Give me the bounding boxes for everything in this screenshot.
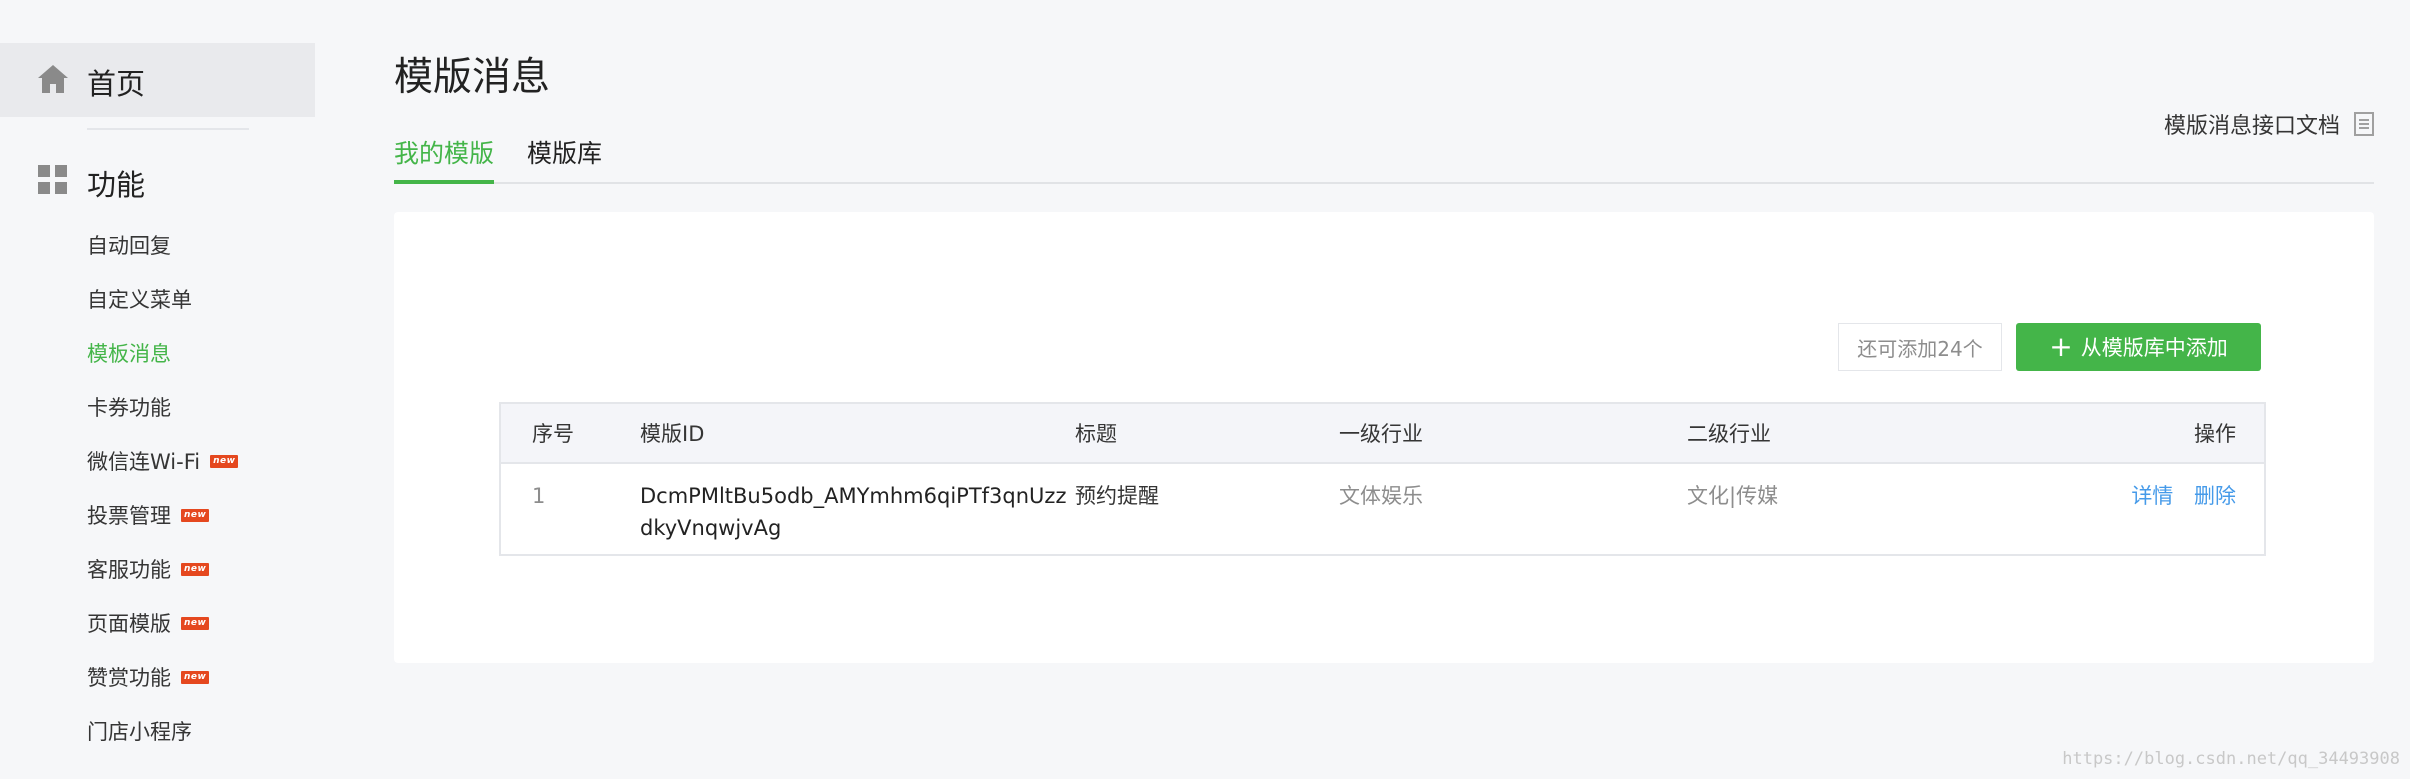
row-industry-primary: 文体娱乐	[1339, 484, 1423, 508]
sidebar-item-label: 客服功能	[87, 558, 171, 582]
quota-indicator: 还可添加24个	[1838, 323, 2002, 371]
col-industry-primary: 一级行业	[1339, 403, 1687, 464]
sidebar-section-label: 功能	[87, 168, 146, 202]
sidebar-item-store-miniprogram[interactable]: 门店小程序	[0, 704, 315, 758]
detail-link[interactable]: 详情	[2131, 484, 2173, 508]
sidebar-item-label: 页面模版	[87, 612, 171, 636]
add-from-library-label: 从模版库中添加	[2080, 336, 2228, 360]
grid-icon	[38, 165, 67, 194]
row-industry-secondary: 文化|传媒	[1687, 484, 1779, 508]
sidebar-item-page-templates[interactable]: 页面模版 new	[0, 596, 315, 650]
delete-link[interactable]: 删除	[2194, 484, 2236, 508]
home-icon	[38, 65, 68, 93]
tab-template-library[interactable]: 模版库	[527, 134, 602, 182]
sidebar-item-appreciation[interactable]: 赞赏功能 new	[0, 650, 315, 704]
col-title: 标题	[1075, 403, 1339, 464]
new-badge: new	[181, 616, 210, 630]
add-from-library-button[interactable]: + 从模版库中添加	[2016, 323, 2261, 371]
sidebar-home-label: 首页	[87, 67, 146, 101]
sidebar-item-label: 投票管理	[87, 504, 171, 528]
col-industry-secondary: 二级行业	[1687, 403, 2087, 464]
template-table: 序号 模版ID 标题 一级行业 二级行业 操作 1 DcmPMltBu5odb_…	[499, 402, 2266, 556]
new-badge: new	[181, 562, 210, 576]
sidebar: 首页 功能 自动回复 自定义菜单 模板消息 卡券功能 微信连Wi-Fi new 投…	[0, 0, 315, 779]
page-title: 模版消息	[394, 55, 551, 100]
template-card: 还可添加24个 + 从模版库中添加 序号 模版ID 标题 一级行业 二级行业 操…	[394, 212, 2374, 663]
sidebar-item-label: 微信连Wi-Fi	[87, 450, 201, 474]
row-title: 预约提醒	[1075, 484, 1159, 508]
sidebar-items: 自动回复 自定义菜单 模板消息 卡券功能 微信连Wi-Fi new 投票管理 new…	[0, 218, 315, 758]
tab-bar: 我的模版 模版库	[394, 122, 2374, 184]
sidebar-item-wifi[interactable]: 微信连Wi-Fi new	[0, 434, 315, 488]
sidebar-divider	[87, 128, 249, 130]
sidebar-item-customer-service[interactable]: 客服功能 new	[0, 542, 315, 596]
col-actions: 操作	[2087, 403, 2265, 464]
sidebar-item-auto-reply[interactable]: 自动回复	[0, 218, 315, 272]
sidebar-item-voting[interactable]: 投票管理 new	[0, 488, 315, 542]
row-index: 1	[532, 484, 546, 508]
new-badge: new	[181, 508, 210, 522]
row-template-id: DcmPMltBu5odb_AMYmhm6qiPTf3qnUzzdkyVnqwj…	[640, 484, 1067, 540]
table-header-row: 序号 模版ID 标题 一级行业 二级行业 操作	[500, 403, 2265, 464]
sidebar-item-label: 赞赏功能	[87, 666, 171, 690]
row-actions: 详情 删除	[2087, 463, 2265, 555]
col-index: 序号	[500, 403, 640, 464]
sidebar-item-label: 模板消息	[87, 342, 171, 366]
sidebar-item-custom-menu[interactable]: 自定义菜单	[0, 272, 315, 326]
sidebar-section-features[interactable]: 功能	[0, 150, 315, 212]
col-template-id: 模版ID	[640, 403, 1075, 464]
sidebar-item-label: 自动回复	[87, 234, 171, 258]
table-row: 1 DcmPMltBu5odb_AMYmhm6qiPTf3qnUzzdkyVnq…	[500, 463, 2265, 555]
new-badge: new	[181, 670, 210, 684]
new-badge: new	[210, 454, 239, 468]
sidebar-item-template-message[interactable]: 模板消息	[0, 326, 315, 380]
sidebar-item-label: 门店小程序	[87, 720, 192, 744]
tab-my-templates[interactable]: 我的模版	[394, 134, 495, 184]
sidebar-item-label: 自定义菜单	[87, 288, 192, 312]
sidebar-item-cards[interactable]: 卡券功能	[0, 380, 315, 434]
watermark: https://blog.csdn.net/qq_34493908	[2062, 749, 2400, 769]
sidebar-item-label: 卡券功能	[87, 396, 171, 420]
sidebar-item-home[interactable]: 首页	[0, 43, 315, 117]
plus-icon: +	[2049, 330, 2073, 363]
